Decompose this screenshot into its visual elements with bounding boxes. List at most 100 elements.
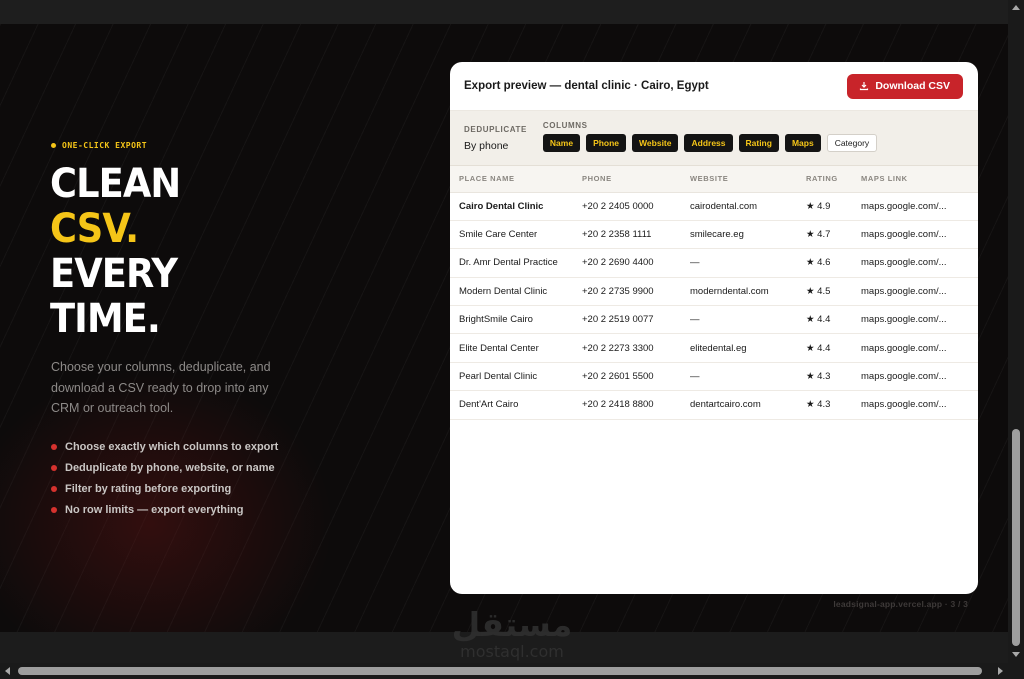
cell-phone: +20 2 2358 1111 bbox=[582, 220, 690, 250]
horizontal-scrollbar[interactable] bbox=[0, 663, 1024, 679]
cell-maps-link: maps.google.com/... bbox=[861, 305, 978, 335]
column-chip-name[interactable]: Name bbox=[542, 134, 581, 152]
feature-text: Filter by rating before exporting bbox=[65, 482, 232, 495]
cell-phone: +20 2 2735 9900 bbox=[582, 277, 690, 307]
bullet-dot bbox=[51, 464, 57, 471]
scroll-up-icon[interactable] bbox=[1012, 5, 1020, 10]
header-rating: RATING bbox=[806, 166, 861, 193]
cell-phone: +20 2 2601 5500 bbox=[582, 362, 690, 392]
export-options: DEDUPLICATE By phone COLUMNS Name Phone … bbox=[450, 111, 978, 166]
eyebrow-label: ONE-CLICK EXPORT bbox=[62, 141, 148, 150]
cell-place-name: Pearl Dental Clinic bbox=[450, 362, 582, 392]
table-row: Dent'Art Cairo +20 2 2418 8800 dentartcair… bbox=[450, 390, 978, 420]
eyebrow-dot bbox=[51, 143, 56, 148]
feature-text: Deduplicate by phone, website, or name bbox=[65, 461, 275, 474]
table-header-row: PLACE NAME PHONE WEBSITE RATING MAPS LIN… bbox=[450, 166, 978, 193]
column-chips: Name Phone Website Address Rating Maps C… bbox=[542, 134, 878, 152]
preview-table: PLACE NAME PHONE WEBSITE RATING MAPS LIN… bbox=[450, 166, 978, 420]
cell-website: — bbox=[690, 305, 806, 335]
watermark-arabic: مستقل bbox=[451, 605, 573, 644]
horizontal-scroll-thumb[interactable] bbox=[18, 667, 982, 675]
scroll-down-icon[interactable] bbox=[1012, 652, 1020, 657]
bullet-dot bbox=[51, 485, 57, 492]
headline-line-1: CLEAN bbox=[50, 161, 181, 207]
feature-text: Choose exactly which columns to export bbox=[65, 440, 279, 453]
eyebrow: ONE-CLICK EXPORT bbox=[51, 141, 147, 150]
cell-place-name: Modern Dental Clinic bbox=[450, 277, 582, 307]
cell-phone: +20 2 2273 3300 bbox=[582, 333, 690, 363]
download-icon bbox=[860, 82, 869, 91]
scroll-right-icon[interactable] bbox=[998, 667, 1003, 675]
cell-maps-link: maps.google.com/... bbox=[861, 390, 978, 420]
bullet-dot bbox=[51, 443, 57, 450]
cell-rating: ★ 4.4 bbox=[806, 333, 861, 363]
cell-rating: ★ 4.3 bbox=[806, 390, 861, 420]
cell-maps-link: maps.google.com/... bbox=[861, 248, 978, 278]
headline-line-2: CSV. bbox=[50, 206, 139, 252]
hero-description: Choose your columns, deduplicate, and do… bbox=[51, 360, 271, 415]
table-row: Elite Dental Center +20 2 2273 3300 elited… bbox=[450, 333, 978, 363]
watermark-logo: مستقل mostaql.com bbox=[446, 606, 578, 660]
header-maps-link: MAPS LINK bbox=[861, 166, 978, 193]
header-phone: PHONE bbox=[582, 166, 690, 193]
cell-maps-link: maps.google.com/... bbox=[861, 277, 978, 307]
feature-text: No row limits — export everything bbox=[65, 503, 244, 516]
column-chip-phone[interactable]: Phone bbox=[586, 134, 627, 152]
download-csv-button[interactable]: Download CSV bbox=[847, 73, 963, 99]
cell-website: moderndental.com bbox=[690, 277, 806, 307]
feature-item: No row limits — export everything bbox=[51, 499, 278, 520]
cell-rating: ★ 4.9 bbox=[806, 192, 861, 221]
table-row: Dr. Amr Dental Practice +20 2 2690 4400— ★… bbox=[450, 248, 978, 278]
table-row: Smile Care Center +20 2 2358 1111 smilecar… bbox=[450, 220, 978, 250]
cell-rating: ★ 4.7 bbox=[806, 220, 861, 250]
column-chip-address[interactable]: Address bbox=[684, 134, 733, 152]
cell-rating: ★ 4.6 bbox=[806, 248, 861, 278]
cell-rating: ★ 4.3 bbox=[806, 362, 861, 392]
column-chip-website[interactable]: Website bbox=[632, 134, 679, 152]
vertical-scrollbar[interactable] bbox=[1008, 0, 1024, 663]
cell-maps-link: maps.google.com/... bbox=[861, 333, 978, 363]
cell-website: — bbox=[690, 362, 806, 392]
columns-label: COLUMNS bbox=[542, 121, 588, 130]
vertical-scroll-thumb[interactable] bbox=[1012, 429, 1020, 646]
headline: CLEAN CSV. EVERY TIME. bbox=[50, 161, 181, 342]
scroll-left-icon[interactable] bbox=[5, 667, 10, 675]
table-row: Pearl Dental Clinic +20 2 2601 5500— ★ 4.3… bbox=[450, 362, 978, 392]
cell-phone: +20 2 2405 0000 bbox=[582, 192, 690, 221]
dedup-value: By phone bbox=[464, 140, 509, 152]
preview-title: Export preview — dental clinic · Cairo, … bbox=[464, 80, 709, 92]
top-bar bbox=[0, 0, 1008, 24]
cell-website: — bbox=[690, 248, 806, 278]
header-website: WEBSITE bbox=[690, 166, 806, 193]
feature-item: Filter by rating before exporting bbox=[51, 478, 278, 499]
bullet-dot bbox=[51, 506, 57, 513]
header-place-name: PLACE NAME bbox=[450, 166, 582, 193]
headline-line-4: TIME. bbox=[50, 296, 161, 342]
column-chip-maps[interactable]: Maps bbox=[784, 134, 821, 152]
cell-phone: +20 2 2690 4400 bbox=[582, 248, 690, 278]
cell-maps-link: maps.google.com/... bbox=[861, 192, 978, 221]
column-chip-rating[interactable]: Rating bbox=[738, 134, 779, 152]
dedup-option[interactable]: DEDUPLICATE By phone bbox=[464, 121, 527, 165]
columns-option: COLUMNS Name Phone Website Address Ratin… bbox=[542, 121, 878, 165]
feature-list: Choose exactly which columns to export D… bbox=[51, 436, 278, 520]
cell-rating: ★ 4.5 bbox=[806, 277, 861, 307]
cell-place-name: Cairo Dental Clinic bbox=[450, 192, 582, 221]
cell-place-name: Dent'Art Cairo bbox=[450, 390, 582, 420]
cell-website: elitedental.eg bbox=[690, 333, 806, 363]
table-row: BrightSmile Cairo +20 2 2519 0077— ★ 4.4 ma… bbox=[450, 305, 978, 335]
cell-phone: +20 2 2519 0077 bbox=[582, 305, 690, 335]
cell-maps-link: maps.google.com/... bbox=[861, 220, 978, 250]
download-label: Download CSV bbox=[875, 80, 950, 92]
feature-item: Choose exactly which columns to export bbox=[51, 436, 278, 457]
cell-rating: ★ 4.4 bbox=[806, 305, 861, 335]
watermark-latin: mostaql.com bbox=[460, 642, 564, 661]
cell-place-name: Smile Care Center bbox=[450, 220, 582, 250]
cell-place-name: BrightSmile Cairo bbox=[450, 305, 582, 335]
column-chip-category[interactable]: Category bbox=[826, 134, 878, 152]
headline-line-3: EVERY bbox=[50, 251, 178, 297]
cell-website: dentartcairo.com bbox=[690, 390, 806, 420]
cell-website: cairodental.com bbox=[690, 192, 806, 221]
cell-place-name: Dr. Amr Dental Practice bbox=[450, 248, 582, 278]
cell-place-name: Elite Dental Center bbox=[450, 333, 582, 363]
